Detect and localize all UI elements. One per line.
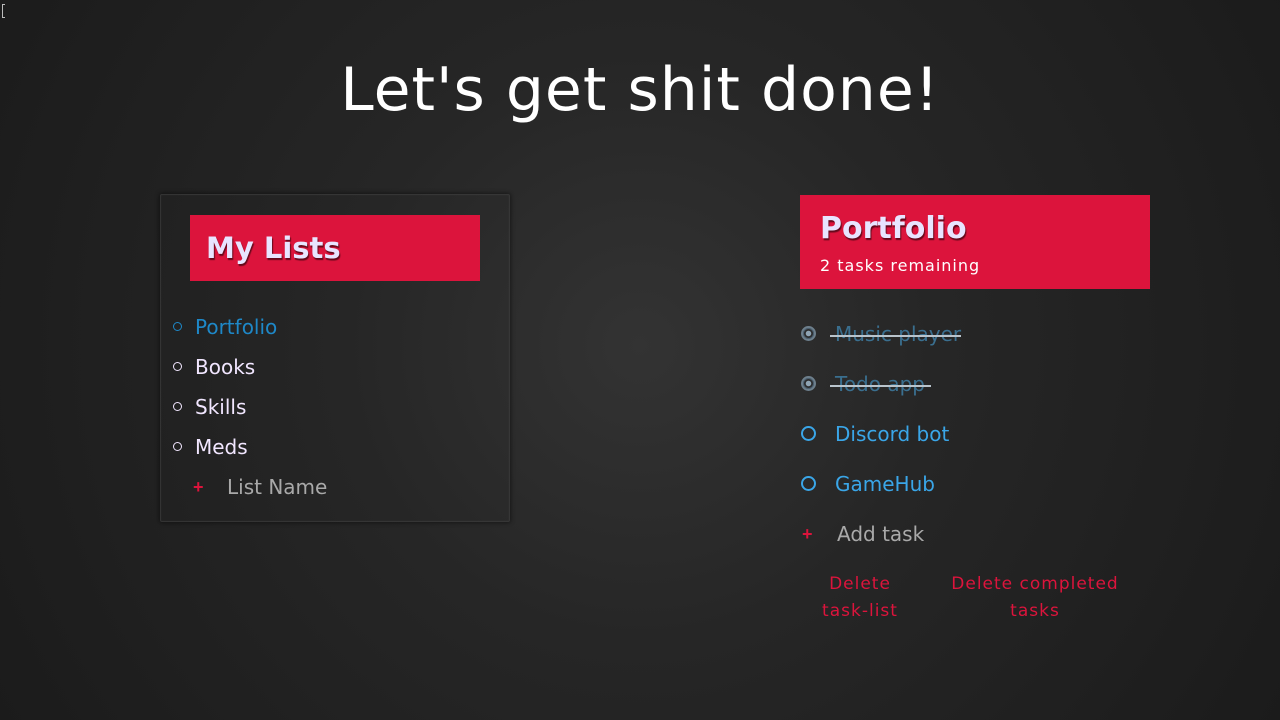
todo-panel: Portfolio 2 tasks remaining Music player… — [800, 195, 1150, 635]
list-item-skills[interactable]: Skills — [161, 387, 511, 427]
tasks-remaining-count: 2 tasks remaining — [820, 256, 981, 275]
new-task-form: + — [800, 509, 1150, 559]
text-cursor-mark — [2, 4, 5, 18]
list-items: Portfolio Books Skills Meds — [161, 307, 511, 467]
circle-bullet-icon — [173, 402, 182, 411]
task-item-gamehub: GameHub — [800, 459, 1150, 509]
list-item-label: Meds — [195, 435, 248, 459]
task-label[interactable]: Todo app — [835, 359, 925, 409]
my-lists-title: My Lists — [206, 231, 341, 265]
task-item-discord-bot: Discord bot — [800, 409, 1150, 459]
circle-bullet-icon — [173, 442, 182, 451]
circle-checkbox-icon[interactable] — [801, 376, 816, 391]
task-item-todo-app: Todo app — [800, 359, 1150, 409]
delete-task-list-button[interactable]: Delete task-list — [814, 571, 906, 625]
strikethrough-line — [830, 385, 931, 387]
page-title: Let's get shit done! — [340, 55, 940, 125]
my-lists-header: My Lists — [190, 215, 480, 281]
delete-completed-tasks-button[interactable]: Delete completed tasks — [944, 571, 1126, 625]
list-item-meds[interactable]: Meds — [161, 427, 511, 467]
task-label[interactable]: Music player — [835, 309, 961, 359]
task-list: Music player Todo app Discord bot GameHu… — [800, 309, 1150, 509]
strikethrough-line — [830, 335, 961, 337]
add-task-button[interactable]: + — [802, 514, 813, 554]
new-list-form: + — [191, 467, 491, 507]
task-label[interactable]: GameHub — [835, 459, 935, 509]
task-item-music-player: Music player — [800, 309, 1150, 359]
list-item-portfolio[interactable]: Portfolio — [161, 307, 511, 347]
list-name-input[interactable] — [227, 471, 467, 503]
list-item-books[interactable]: Books — [161, 347, 511, 387]
list-item-label: Books — [195, 355, 256, 379]
circle-checkbox-icon[interactable] — [801, 426, 816, 441]
add-list-button[interactable]: + — [193, 467, 204, 507]
circle-bullet-icon — [173, 322, 182, 331]
todo-header: Portfolio 2 tasks remaining — [800, 195, 1150, 289]
circle-checkbox-icon[interactable] — [801, 326, 816, 341]
my-lists-panel: My Lists Portfolio Books Skills Meds + — [160, 194, 510, 522]
circle-bullet-icon — [173, 362, 182, 371]
task-label[interactable]: Discord bot — [835, 409, 949, 459]
add-task-input[interactable] — [837, 518, 1097, 550]
list-item-label: Skills — [195, 395, 247, 419]
circle-checkbox-icon[interactable] — [801, 476, 816, 491]
todo-list-title: Portfolio — [820, 211, 967, 246]
list-item-label: Portfolio — [195, 315, 278, 339]
delete-actions: Delete task-list Delete completed tasks — [800, 571, 1150, 631]
